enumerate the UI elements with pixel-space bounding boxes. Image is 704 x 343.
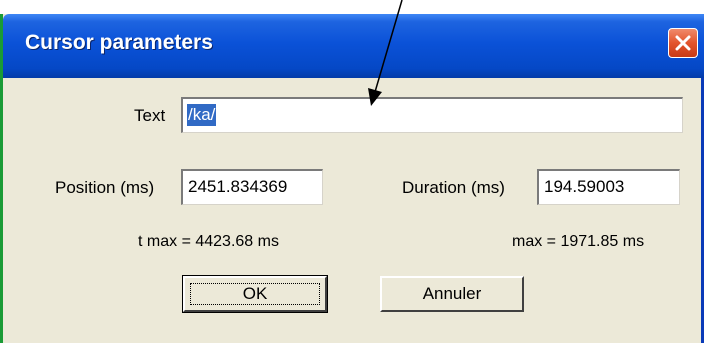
position-label: Position (ms) — [55, 178, 155, 197]
duration-label: Duration (ms) — [402, 178, 505, 197]
position-input[interactable]: 2451.834369 — [181, 169, 323, 205]
title-bar[interactable]: Cursor parameters — [3, 14, 704, 78]
position-input-value: 2451.834369 — [188, 177, 288, 196]
cancel-button-label: Annuler — [422, 284, 482, 303]
ok-button[interactable]: OK — [182, 275, 328, 313]
cancel-button[interactable]: Annuler — [380, 276, 524, 312]
duration-max-label: max = 1971.85 ms — [512, 233, 645, 250]
position-max-label: t max = 4423.68 ms — [138, 233, 279, 250]
dialog-title: Cursor parameters — [25, 31, 213, 54]
close-button[interactable] — [668, 28, 698, 58]
duration-input[interactable]: 194.59003 — [537, 169, 680, 205]
text-label: Text — [134, 106, 166, 125]
cursor-parameters-dialog: Cursor parameters Text /ka/ Position (ms… — [0, 14, 704, 343]
close-icon — [675, 35, 691, 51]
text-input[interactable]: /ka/ — [181, 97, 683, 133]
duration-input-value: 194.59003 — [544, 177, 625, 196]
focus-rectangle — [190, 283, 320, 305]
text-input-value: /ka/ — [187, 104, 217, 126]
